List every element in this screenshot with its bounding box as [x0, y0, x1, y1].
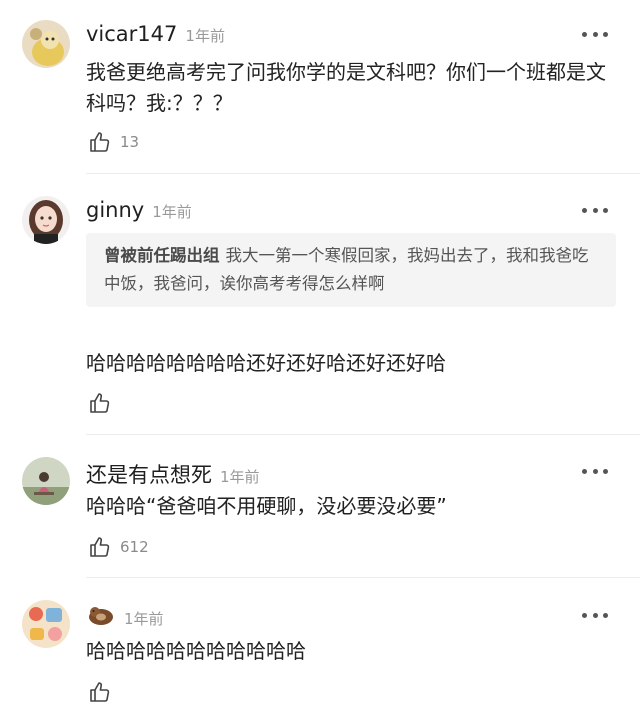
like-button[interactable]: 13	[88, 130, 139, 154]
avatar[interactable]	[22, 600, 70, 648]
avatar[interactable]	[22, 20, 70, 68]
timestamp: 1年前	[220, 468, 260, 486]
username[interactable]: ginny 1年前	[86, 198, 192, 222]
comment-text: 我爸更绝高考完了问我你学的是文科吧？你们一个班都是文科吗？我:？？？	[86, 60, 606, 115]
more-options-icon[interactable]	[582, 466, 608, 476]
timestamp: 1年前	[152, 203, 192, 221]
username[interactable]: vicar147 1年前	[86, 22, 225, 46]
like-count: 612	[120, 538, 149, 556]
divider	[86, 577, 640, 578]
avatar-cartoon-icon	[22, 20, 70, 68]
like-button[interactable]: 612	[88, 535, 149, 559]
thumbs-up-icon	[90, 393, 110, 413]
like-count: 13	[120, 133, 140, 151]
avatar-girl-icon	[22, 196, 70, 244]
quoted-reply[interactable]: 曾被前任踢出组 我大一第一个寒假回家，我妈出去了，我和我爸吃中饭，我爸问，诶你高考…	[86, 233, 616, 307]
otter-emoji-icon	[86, 604, 116, 631]
username-text[interactable]: vicar147	[86, 22, 177, 46]
timestamp: 1年前	[185, 27, 225, 45]
username-text[interactable]: ginny	[86, 198, 144, 222]
more-options-icon[interactable]	[582, 29, 608, 39]
quoted-username[interactable]: 曾被前任踢出组	[104, 246, 220, 265]
username[interactable]: 1年前	[86, 604, 164, 631]
avatar-illustration-icon	[22, 600, 70, 648]
like-button[interactable]	[88, 680, 120, 704]
divider	[86, 173, 640, 174]
avatar[interactable]	[22, 457, 70, 505]
timestamp: 1年前	[124, 609, 164, 628]
divider	[86, 434, 640, 435]
avatar[interactable]	[22, 196, 70, 244]
thumbs-up-icon	[90, 132, 110, 152]
more-options-icon[interactable]	[582, 610, 608, 620]
comment-text: 哈哈哈哈哈哈哈哈哈哈哈	[86, 639, 306, 663]
comment-text: 哈哈哈哈哈哈哈哈还好还好哈还好还好哈	[86, 351, 446, 375]
avatar-sitting-figure-icon	[22, 457, 70, 505]
username[interactable]: 还是有点想死 1年前	[86, 459, 260, 489]
thumbs-up-icon	[90, 682, 110, 702]
username-text[interactable]: 还是有点想死	[86, 463, 212, 487]
more-options-icon[interactable]	[582, 205, 608, 215]
thumbs-up-icon	[90, 537, 110, 557]
like-button[interactable]	[88, 391, 120, 415]
comment-text: 哈哈哈“爸爸咱不用硬聊，没必要没必要”	[86, 494, 447, 518]
